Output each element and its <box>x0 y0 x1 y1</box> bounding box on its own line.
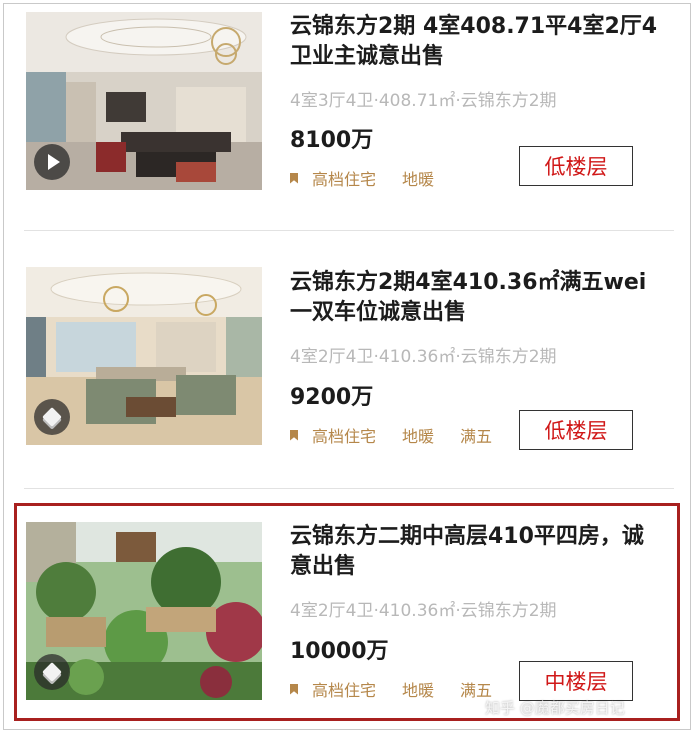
listing-photo[interactable] <box>26 12 262 190</box>
listing-title[interactable]: 云锦东方2期4室410.36㎡满五wei一双车位诚意出售 <box>290 268 660 328</box>
floor-label: 低楼层 <box>519 410 633 450</box>
tag-list: 高档住宅 地暖 满五 <box>290 423 518 447</box>
listing-photo[interactable] <box>26 267 262 445</box>
listing-details: 4室3厅4卫·408.71㎡·云锦东方2期 <box>290 91 557 111</box>
divider <box>24 230 674 231</box>
watermark: 知乎 @魔都买房日记 <box>485 699 625 717</box>
divider <box>24 488 674 489</box>
bookmark-icon <box>290 429 298 441</box>
bookmark-icon <box>290 172 298 184</box>
listing-card[interactable]: 云锦东方2期4室410.36㎡满五wei一双车位诚意出售 4室2厅4卫·410.… <box>0 232 695 488</box>
highlight-box <box>14 503 680 721</box>
tag: 满五 <box>460 427 493 446</box>
tag: 地暖 <box>402 427 435 446</box>
listing-title[interactable]: 云锦东方2期 4室408.71平4室2厅4卫业主诚意出售 <box>290 12 660 72</box>
play-icon[interactable] <box>34 144 70 180</box>
tag: 高档住宅 <box>312 427 377 446</box>
floor-label: 低楼层 <box>519 146 633 186</box>
listing-price: 9200万 <box>290 385 374 410</box>
listing-card[interactable]: 云锦东方2期 4室408.71平4室2厅4卫业主诚意出售 4室3厅4卫·408.… <box>0 0 695 230</box>
vr-icon[interactable] <box>34 399 70 435</box>
tag: 高档住宅 <box>312 170 377 189</box>
listing-details: 4室2厅4卫·410.36㎡·云锦东方2期 <box>290 347 557 367</box>
tag: 地暖 <box>402 170 435 189</box>
listing-price: 8100万 <box>290 128 374 153</box>
tag-list: 高档住宅 地暖 <box>290 166 460 190</box>
